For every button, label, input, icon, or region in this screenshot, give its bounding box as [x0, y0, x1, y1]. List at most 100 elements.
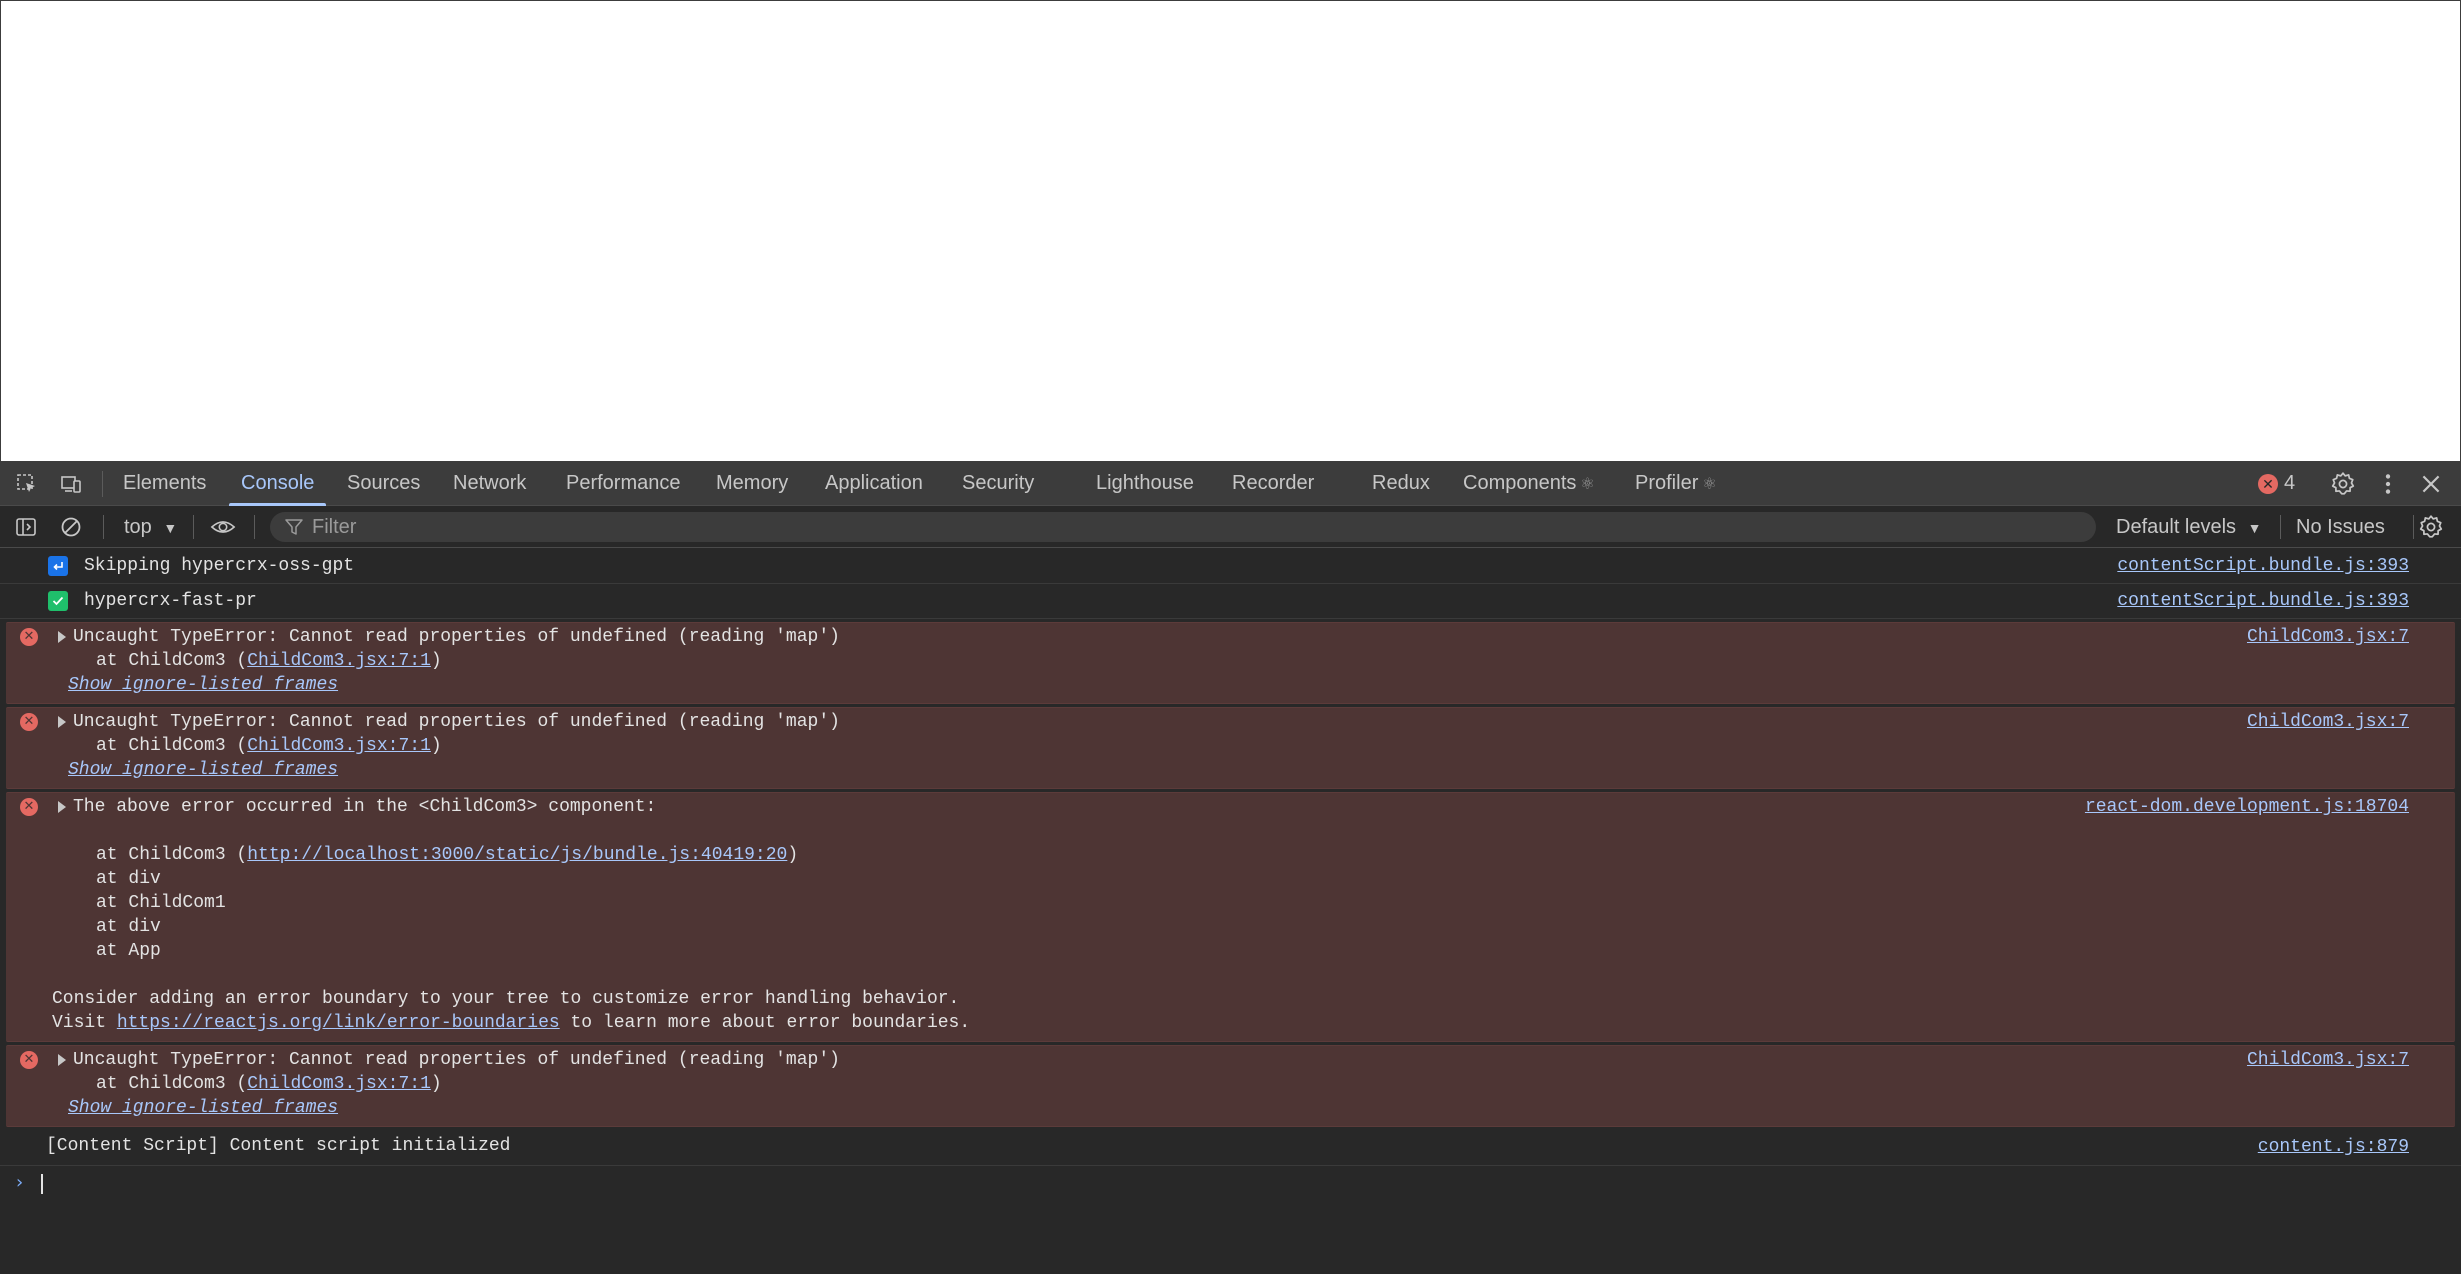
tab-performance[interactable]: Performance	[566, 461, 681, 506]
expand-triangle-icon[interactable]	[58, 631, 66, 643]
error-icon: ✕	[2258, 473, 2278, 494]
sidebar-toggle-icon[interactable]	[13, 514, 39, 540]
stack-link[interactable]: ChildCom3.jsx:7:1	[247, 1074, 431, 1094]
message-text: hypercrx-fast-pr	[84, 591, 257, 611]
error-summary[interactable]: Uncaught TypeError: Cannot read properti…	[58, 625, 2455, 649]
show-ignore-listed-frames-link[interactable]: Show ignore-listed frames	[68, 1096, 2455, 1120]
checkmark-icon	[48, 591, 68, 611]
visit-prefix: Visit	[52, 1013, 117, 1033]
tab-network[interactable]: Network	[453, 461, 526, 506]
error-text: Uncaught TypeError: Cannot read properti…	[73, 627, 840, 647]
source-link[interactable]: ChildCom3.jsx:7	[2247, 625, 2409, 649]
stack-prefix: at ChildCom3 (	[96, 736, 248, 756]
toolbar-divider	[103, 515, 104, 539]
stack-prefix: at ChildCom3 (	[96, 845, 248, 865]
tab-recorder[interactable]: Recorder	[1232, 461, 1314, 506]
stack-link[interactable]: ChildCom3.jsx:7:1	[247, 651, 431, 671]
stack-prefix: at ChildCom3 (	[96, 1074, 248, 1094]
text-caret	[41, 1174, 43, 1194]
error-text: Uncaught TypeError: Cannot read properti…	[73, 712, 840, 732]
console-filter[interactable]	[270, 512, 2096, 542]
error-counter[interactable]: ✕ 4	[2258, 461, 2295, 506]
error-icon: ✕	[20, 713, 38, 731]
stack-suffix: )	[430, 736, 442, 756]
stack-line: at ChildCom3 (ChildCom3.jsx:7:1)	[96, 649, 2455, 673]
tab-profiler[interactable]: Profiler ⚛	[1635, 461, 1717, 506]
live-expression-eye-icon[interactable]	[210, 514, 236, 540]
stack-line: at div	[96, 869, 161, 889]
console-message: [Content Script] Content script initiali…	[0, 1130, 2461, 1166]
source-link[interactable]: ChildCom3.jsx:7	[2247, 710, 2409, 734]
tab-lighthouse[interactable]: Lighthouse	[1096, 461, 1194, 506]
toolbar-divider	[2413, 515, 2414, 539]
source-link[interactable]: react-dom.development.js:18704	[2085, 795, 2409, 819]
stack-line: at ChildCom3 (http://localhost:3000/stat…	[96, 843, 2455, 867]
console-prompt[interactable]: ›	[0, 1166, 2461, 1206]
source-link[interactable]: contentScript.bundle.js:393	[2117, 589, 2409, 613]
stack-prefix: at ChildCom3 (	[96, 651, 248, 671]
log-levels-dropdown[interactable]: Default levels ▼	[2116, 506, 2261, 548]
stack-suffix: )	[787, 845, 799, 865]
error-message: ✕ The above error occurred in the <Child…	[6, 792, 2455, 1042]
error-visit-line: Visit https://reactjs.org/link/error-bou…	[52, 1011, 2455, 1035]
devtools-panel: Elements Console Sources Network Perform…	[0, 461, 2461, 1274]
context-selector[interactable]: top ▼	[124, 506, 177, 548]
expand-triangle-icon[interactable]	[58, 1054, 66, 1066]
error-count: 4	[2284, 472, 2296, 494]
tab-profiler-label: Profiler	[1635, 472, 1699, 494]
error-boundaries-link[interactable]: https://reactjs.org/link/error-boundarie…	[117, 1013, 560, 1033]
show-ignore-listed-frames-link[interactable]: Show ignore-listed frames	[68, 673, 2455, 697]
react-icon: ⚛	[1580, 476, 1595, 493]
error-message: ✕ Uncaught TypeError: Cannot read proper…	[6, 1045, 2455, 1127]
source-link[interactable]: contentScript.bundle.js:393	[2117, 554, 2409, 578]
console-toolbar: top ▼ Default levels ▼ No Issues	[0, 506, 2461, 548]
console-message: hypercrx-fast-pr contentScript.bundle.js…	[0, 584, 2461, 619]
tab-application[interactable]: Application	[825, 461, 923, 506]
message-text: Skipping hypercrx-oss-gpt	[84, 556, 355, 576]
error-text: The above error occurred in the <ChildCo…	[73, 797, 657, 817]
error-message: ✕ Uncaught TypeError: Cannot read proper…	[6, 622, 2455, 704]
error-summary[interactable]: Uncaught TypeError: Cannot read properti…	[58, 1048, 2455, 1072]
filter-input[interactable]	[312, 515, 2012, 539]
source-link[interactable]: content.js:879	[2258, 1135, 2409, 1159]
error-icon: ✕	[20, 1051, 38, 1069]
device-toolbar-icon[interactable]	[58, 471, 84, 497]
tab-memory[interactable]: Memory	[716, 461, 788, 506]
expand-triangle-icon[interactable]	[58, 716, 66, 728]
chevron-down-icon: ▼	[163, 520, 178, 536]
settings-gear-icon[interactable]	[2330, 471, 2356, 497]
source-link[interactable]: ChildCom3.jsx:7	[2247, 1048, 2409, 1072]
tab-components[interactable]: Components ⚛	[1463, 461, 1595, 506]
close-icon[interactable]	[2418, 471, 2444, 497]
inspect-element-icon[interactable]	[14, 471, 40, 497]
toolbar-divider	[193, 515, 194, 539]
stack-line: at App	[96, 941, 161, 961]
tab-elements[interactable]: Elements	[123, 461, 206, 506]
toolbar-divider	[2280, 515, 2281, 539]
tabbar-divider	[102, 471, 103, 497]
error-advice: Consider adding an error boundary to you…	[52, 989, 960, 1009]
chevron-down-icon: ▼	[2247, 520, 2262, 536]
context-value: top	[124, 516, 152, 538]
message-text: [Content Script] Content script initiali…	[46, 1136, 511, 1156]
stack-line: at div	[96, 917, 161, 937]
tab-redux[interactable]: Redux	[1372, 461, 1430, 506]
show-ignore-listed-frames-link[interactable]: Show ignore-listed frames	[68, 758, 2455, 782]
filter-funnel-icon	[285, 519, 303, 535]
clear-console-icon[interactable]	[58, 514, 84, 540]
issues-button[interactable]: No Issues	[2296, 506, 2385, 548]
arrow-return-icon	[48, 556, 68, 576]
expand-triangle-icon[interactable]	[58, 801, 66, 813]
tab-security[interactable]: Security	[962, 461, 1034, 506]
stack-link[interactable]: ChildCom3.jsx:7:1	[247, 736, 431, 756]
tab-components-label: Components	[1463, 472, 1577, 494]
console-settings-gear-icon[interactable]	[2418, 514, 2444, 540]
tab-console[interactable]: Console	[228, 461, 327, 506]
stack-link[interactable]: http://localhost:3000/static/js/bundle.j…	[247, 845, 787, 865]
error-summary[interactable]: Uncaught TypeError: Cannot read properti…	[58, 710, 2455, 734]
stack-suffix: )	[430, 1074, 442, 1094]
more-options-icon[interactable]	[2375, 471, 2401, 497]
tab-sources[interactable]: Sources	[347, 461, 420, 506]
